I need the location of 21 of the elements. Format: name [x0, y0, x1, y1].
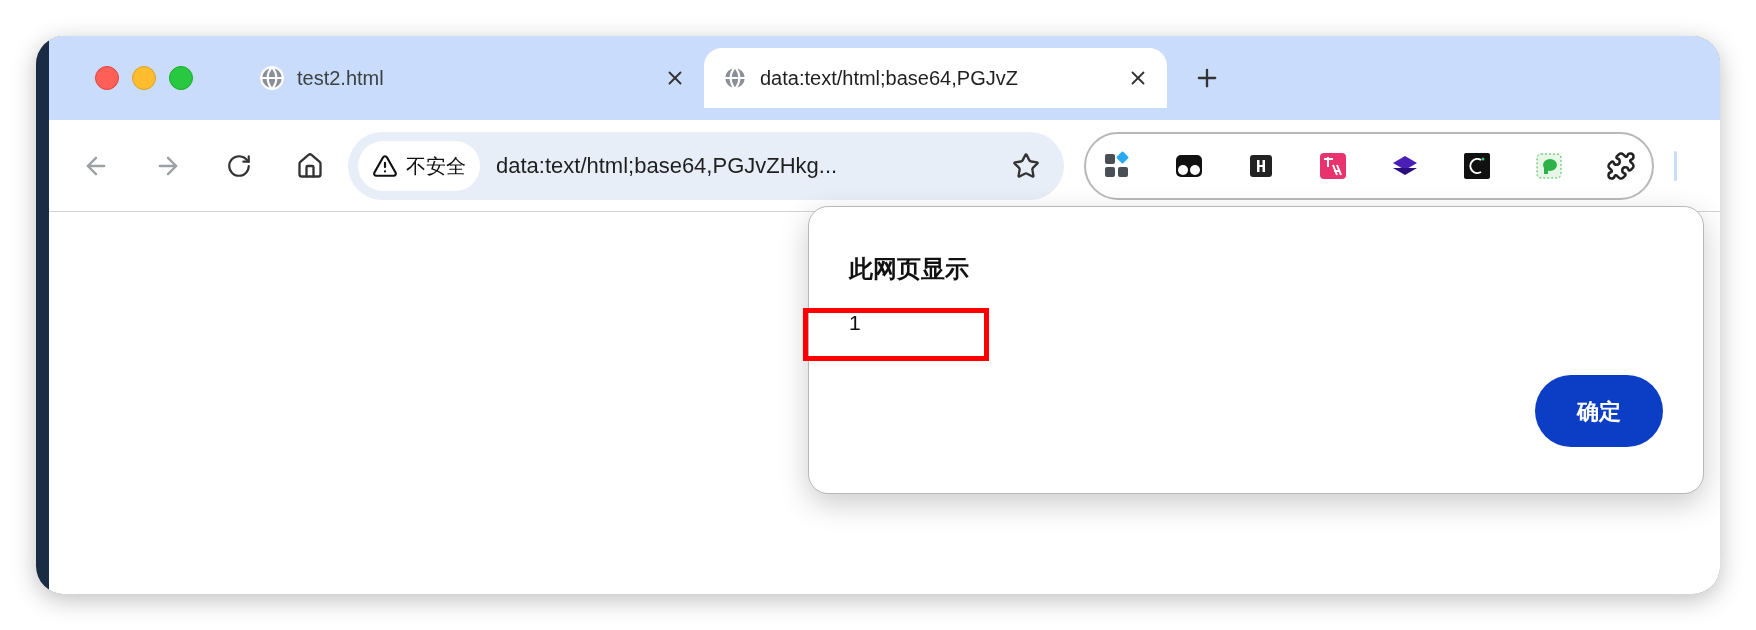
tab-title: test2.html	[297, 66, 385, 91]
reload-icon[interactable]	[226, 152, 252, 179]
tab-title: data:text/html;base64,PGJvZ	[760, 66, 1019, 91]
browser-tab[interactable]: data:text/html;base64,PGJvZ	[704, 48, 1167, 108]
globe-icon	[722, 65, 748, 91]
security-chip[interactable]: 不安全	[358, 140, 480, 191]
security-label: 不安全	[406, 153, 466, 179]
browser-tab[interactable]: test2.html	[241, 48, 704, 108]
bookmark-star-icon[interactable]	[1012, 151, 1040, 180]
ok-button[interactable]: 确定	[1535, 375, 1663, 447]
close-window-button[interactable]	[95, 66, 119, 90]
crescent-icon[interactable]	[1462, 150, 1492, 181]
puzzle-icon[interactable]	[1606, 150, 1636, 181]
address-bar[interactable]: 不安全 data:text/html;base64,PGJvZHkg...	[348, 131, 1064, 200]
sidebar-indicator	[1674, 150, 1677, 181]
warning-icon	[372, 152, 398, 179]
globe-icon	[259, 65, 285, 91]
dialog-message: 1	[849, 310, 862, 336]
url-text: data:text/html;base64,PGJvZHkg...	[496, 152, 839, 180]
home-icon[interactable]	[296, 151, 324, 180]
dialog-title: 此网页显示	[849, 254, 970, 284]
